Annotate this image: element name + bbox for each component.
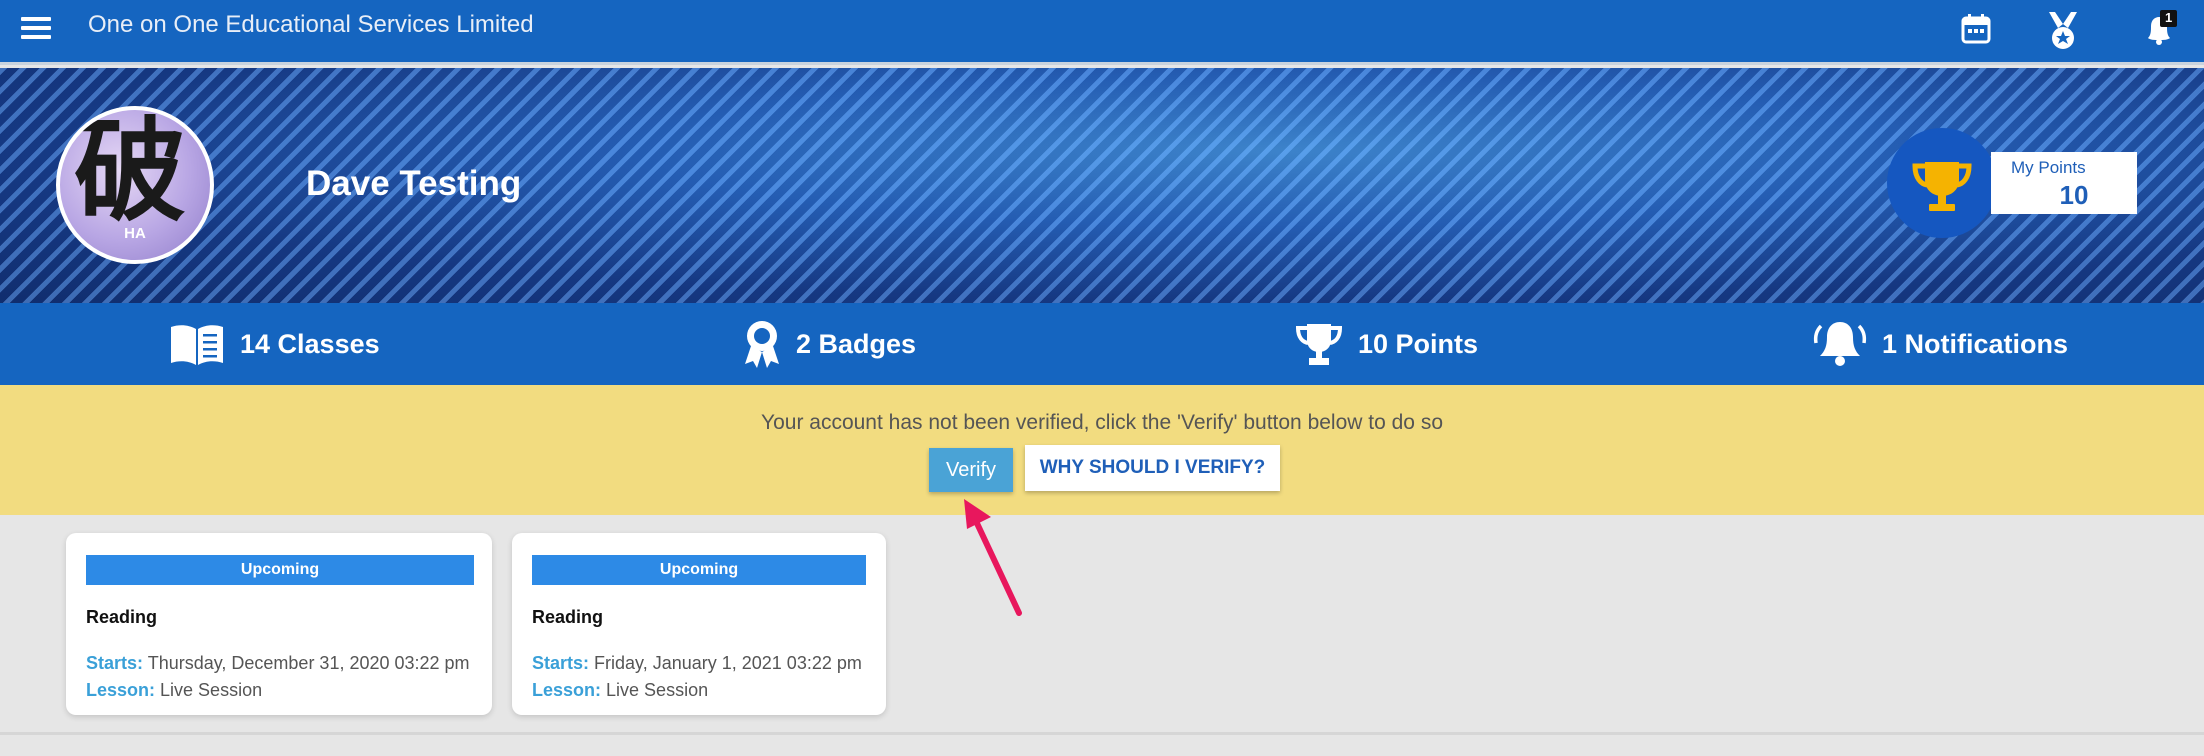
notification-count-badge: 1 [2165,10,2173,25]
app-title: One on One Educational Services Limited [88,11,534,38]
top-app-bar: One on One Educational Services Limited … [0,0,2204,65]
why-verify-button[interactable]: WHY SHOULD I VERIFY? [1025,445,1280,491]
stat-points-label: 10 Points [1358,328,1479,359]
avatar[interactable]: 破 HA [56,106,214,264]
stat-classes-label: 14 Classes [240,328,380,359]
stat-notifications-label: 1 Notifications [1882,328,2069,359]
classes-list: Upcoming Reading Starts: Thursday, Decem… [0,515,2204,735]
trophy-icon [1887,128,1997,238]
bell-icon[interactable]: 1 [2140,10,2178,48]
class-subject: Reading [532,607,604,627]
avatar-tag: HA [124,225,146,242]
calendar-icon[interactable] [1957,10,1995,48]
stat-notifications[interactable]: 1 Notifications [1812,317,2068,371]
verify-button[interactable]: Verify [929,448,1013,492]
class-card[interactable]: Upcoming Reading Starts: Friday, January… [512,533,886,715]
stat-badges-label: 2 Badges [796,328,917,359]
status-badge: Upcoming [86,555,474,585]
verification-banner: Your account has not been verified, clic… [0,385,2204,515]
points-box: My Points 10 [1991,152,2137,214]
class-subject: Reading [86,607,158,627]
bell-icon [1813,322,1867,366]
trophy-icon [1295,324,1343,365]
starts-key: Starts: [86,653,144,673]
class-starts: Starts: Friday, January 1, 2021 03:22 pm [532,653,862,674]
avatar-glyph: 破 [74,106,186,237]
lesson-key: Lesson: [532,680,602,700]
user-name: Dave Testing [306,164,522,203]
lesson-value: Live Session [606,680,709,700]
starts-value: Friday, January 1, 2021 03:22 pm [594,653,862,673]
annotation-arrow-icon [964,499,1022,616]
menu-icon[interactable] [18,14,54,42]
points-label: My Points [2011,158,2086,177]
verification-message: Your account has not been verified, clic… [761,411,1443,434]
class-lesson: Lesson: Live Session [532,680,708,701]
lesson-value: Live Session [160,680,263,700]
class-lesson: Lesson: Live Session [86,680,262,701]
profile-header: 破 HA Dave Testing My Points 10 [0,68,2204,303]
status-badge: Upcoming [532,555,866,585]
class-starts: Starts: Thursday, December 31, 2020 03:2… [86,653,470,674]
lesson-key: Lesson: [86,680,156,700]
starts-key: Starts: [532,653,590,673]
class-card[interactable]: Upcoming Reading Starts: Thursday, Decem… [66,533,492,715]
starts-value: Thursday, December 31, 2020 03:22 pm [147,653,470,673]
points-value: 10 [2059,180,2089,210]
book-icon [171,325,223,365]
stats-bar: 14 Classes 2 Badges 10 Points 1 Notifica… [0,303,2204,385]
stat-classes[interactable]: 14 Classes [168,317,380,371]
badge-icon [745,321,779,368]
medal-icon[interactable] [2043,10,2081,49]
stat-badges[interactable]: 2 Badges [742,317,916,371]
stat-points[interactable]: 10 Points [1294,317,1478,371]
